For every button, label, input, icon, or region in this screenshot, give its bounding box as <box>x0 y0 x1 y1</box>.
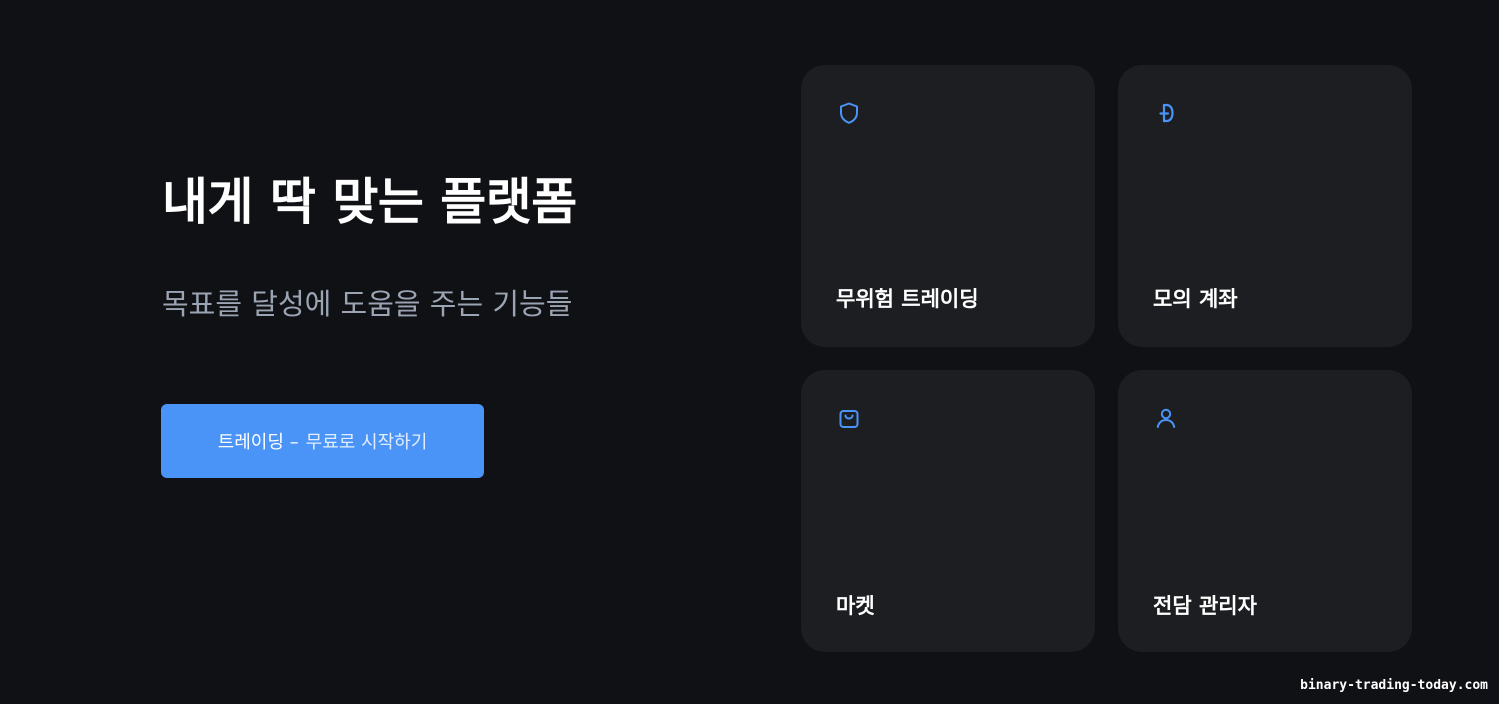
feature-card-market[interactable]: 마켓 <box>801 370 1095 652</box>
shield-icon <box>837 101 861 125</box>
feature-label: 마켓 <box>836 594 875 618</box>
cta-primary-label: 트레이딩 – <box>217 432 299 453</box>
feature-card-demo-account[interactable]: 모의 계좌 <box>1118 65 1412 347</box>
feature-label: 무위험 트레이딩 <box>836 287 979 311</box>
cta-secondary-label: 무료로 시작하기 <box>305 432 428 453</box>
hero-subtitle: 목표를 달성에 도움을 주는 기능들 <box>162 287 573 321</box>
site-watermark: binary-trading-today.com <box>1300 678 1488 693</box>
currency-icon <box>1154 101 1178 125</box>
user-icon <box>1154 406 1178 430</box>
hero-title: 내게 딱 맞는 플랫폼 <box>162 173 577 231</box>
feature-label: 전담 관리자 <box>1153 594 1257 618</box>
shopping-bag-icon <box>837 406 861 430</box>
start-trading-button[interactable]: 트레이딩 – 무료로 시작하기 <box>161 404 484 478</box>
page: 내게 딱 맞는 플랫폼 목표를 달성에 도움을 주는 기능들 트레이딩 – 무료… <box>0 0 1499 704</box>
feature-card-personal-manager[interactable]: 전담 관리자 <box>1118 370 1412 652</box>
feature-card-risk-free[interactable]: 무위험 트레이딩 <box>801 65 1095 347</box>
feature-label: 모의 계좌 <box>1153 287 1238 311</box>
